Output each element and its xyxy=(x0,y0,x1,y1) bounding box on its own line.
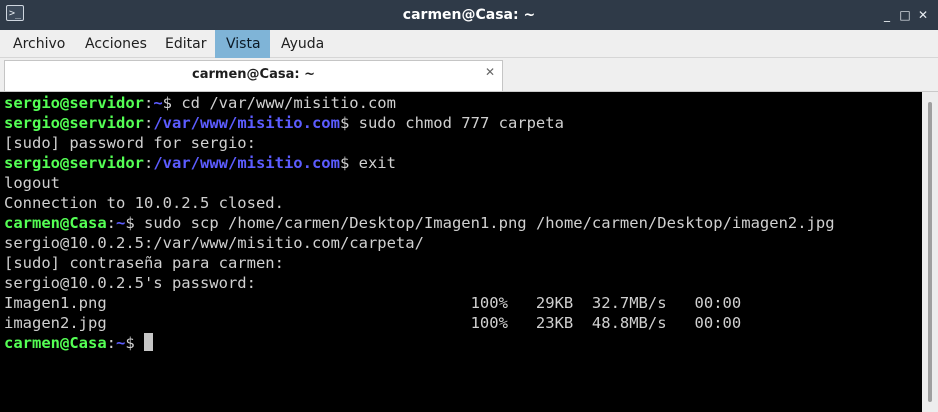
terminal-line: carmen@Casa:~$ sudo scp /home/carmen/Des… xyxy=(4,213,908,233)
menu-ayuda[interactable]: Ayuda xyxy=(274,30,331,58)
tab-close-icon[interactable]: ✕ xyxy=(483,65,497,79)
terminal-line: sergio@servidor:/var/www/misitio.com$ su… xyxy=(4,113,908,133)
terminal-line: sergio@10.0.2.5:/var/www/misitio.com/car… xyxy=(4,233,908,253)
terminal-segment-colon: : xyxy=(106,334,116,352)
terminal-segment-path: /var/www/misitio.com xyxy=(153,154,340,172)
terminal-segment-text: $ sudo scp /home/carmen/Desktop/Imagen1.… xyxy=(125,214,835,232)
terminal-line: sergio@servidor:~$ cd /var/www/misitio.c… xyxy=(4,93,908,113)
menu-vista[interactable]: Vista xyxy=(215,30,270,58)
terminal-segment-user: carmen@Casa xyxy=(4,334,107,352)
terminal-segment-colon: : xyxy=(143,154,154,172)
scrollbar-thumb[interactable] xyxy=(928,102,932,402)
terminal-segment-user: sergio@servidor xyxy=(4,94,144,112)
tab-strip: carmen@Casa: ~ ✕ xyxy=(0,58,938,92)
terminal-segment-colon: : xyxy=(143,114,154,132)
menu-archivo[interactable]: Archivo xyxy=(6,30,72,58)
terminal-segment-text: Connection to 10.0.2.5 closed. xyxy=(4,194,284,212)
terminal-segment-path: ~ xyxy=(153,94,163,112)
close-icon[interactable]: ✕ xyxy=(915,7,931,23)
terminal-line: [sudo] contraseña para carmen: xyxy=(4,253,908,273)
cursor-block xyxy=(144,333,154,351)
terminal-line: logout xyxy=(4,173,908,193)
terminal-segment-text: $ sudo chmod 777 carpeta xyxy=(339,114,564,132)
maximize-icon[interactable]: □ xyxy=(897,7,913,23)
title-bar[interactable]: >_ carmen@Casa: ~ _ □ ✕ xyxy=(0,0,938,30)
terminal-line: Connection to 10.0.2.5 closed. xyxy=(4,193,908,213)
window-title: carmen@Casa: ~ xyxy=(402,7,536,23)
terminal-segment-path: /var/www/misitio.com xyxy=(153,114,340,132)
terminal-line: [sudo] password for sergio: xyxy=(4,133,908,153)
terminal-segment-text: imagen2.jpg 100% 23KB 48.8MB/s 00:00 xyxy=(4,314,742,332)
tab-label: carmen@Casa: ~ xyxy=(192,67,315,82)
terminal-window: >_ carmen@Casa: ~ _ □ ✕ Archivo Acciones… xyxy=(0,0,938,412)
terminal-segment-text: [sudo] password for sergio: xyxy=(4,134,256,152)
terminal-segment-path: ~ xyxy=(116,334,126,352)
menu-editar[interactable]: Editar xyxy=(158,30,213,58)
terminal-line: Imagen1.png 100% 29KB 32.7MB/s 00:00 xyxy=(4,293,908,313)
terminal-line: sergio@servidor:/var/www/misitio.com$ ex… xyxy=(4,153,908,173)
terminal-segment-text: Imagen1.png 100% 29KB 32.7MB/s 00:00 xyxy=(4,294,742,312)
terminal-segment-user: sergio@servidor xyxy=(4,154,144,172)
tab-carmen-casa[interactable]: carmen@Casa: ~ ✕ xyxy=(4,60,503,91)
terminal-segment-text: $ xyxy=(125,334,145,352)
terminal-line: sergio@10.0.2.5's password: xyxy=(4,273,908,293)
vertical-scrollbar[interactable] xyxy=(922,92,938,412)
terminal-segment-text: sergio@10.0.2.5's password: xyxy=(4,274,256,292)
terminal-lines: sergio@servidor:~$ cd /var/www/misitio.c… xyxy=(4,93,908,353)
terminal-output[interactable]: sergio@servidor:~$ cd /var/www/misitio.c… xyxy=(0,92,938,412)
terminal-line: carmen@Casa:~$ xyxy=(4,333,908,353)
menu-bar: Archivo Acciones Editar Vista Ayuda xyxy=(0,30,938,58)
terminal-segment-user: carmen@Casa xyxy=(4,214,107,232)
menu-acciones[interactable]: Acciones xyxy=(78,30,154,58)
terminal-segment-user: sergio@servidor xyxy=(4,114,144,132)
terminal-segment-text: sergio@10.0.2.5:/var/www/misitio.com/car… xyxy=(4,234,424,252)
terminal-segment-text: $ exit xyxy=(339,154,396,172)
terminal-segment-colon: : xyxy=(106,214,116,232)
terminal-line: imagen2.jpg 100% 23KB 48.8MB/s 00:00 xyxy=(4,313,908,333)
terminal-segment-text: logout xyxy=(4,174,60,192)
terminal-segment-text: [sudo] contraseña para carmen: xyxy=(4,254,284,272)
minimize-icon[interactable]: _ xyxy=(879,7,895,23)
terminal-segment-path: ~ xyxy=(116,214,126,232)
terminal-segment-colon: : xyxy=(143,94,154,112)
terminal-segment-text: $ cd /var/www/misitio.com xyxy=(162,94,396,112)
